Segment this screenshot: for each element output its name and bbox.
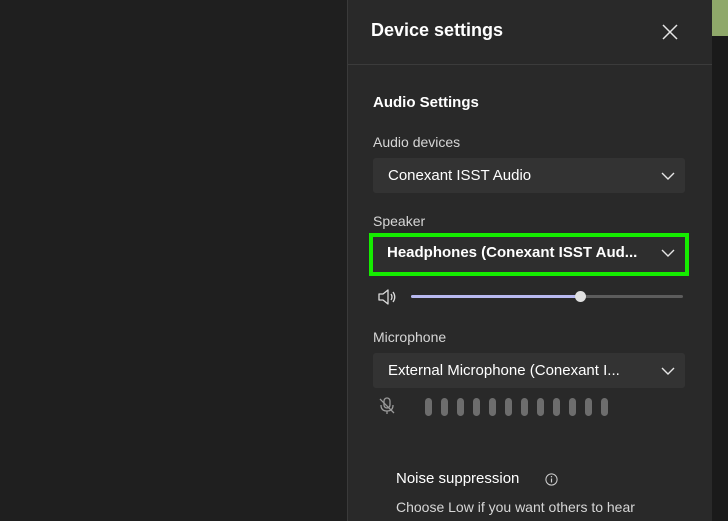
mic-level-bar xyxy=(569,398,576,416)
mic-level-bar xyxy=(553,398,560,416)
speaker-value: Headphones (Conexant ISST Aud... xyxy=(387,244,638,261)
panel-title: Device settings xyxy=(371,20,504,40)
mic-level-bar xyxy=(425,398,432,416)
mic-level-bar xyxy=(489,398,496,416)
device-settings-panel: Device settings Audio Settings Audio dev… xyxy=(348,0,712,521)
chevron-down-icon xyxy=(661,249,675,257)
speaker-label: Speaker xyxy=(373,213,426,229)
audio-settings-heading: Audio Settings xyxy=(373,94,479,111)
mic-level-bar xyxy=(441,398,448,416)
speaker-dropdown[interactable]: Headphones (Conexant ISST Aud... xyxy=(369,233,689,276)
mic-muted-icon xyxy=(379,397,395,414)
audio-devices-label: Audio devices xyxy=(373,134,461,150)
audio-devices-value: Conexant ISST Audio xyxy=(388,167,532,184)
close-button[interactable] xyxy=(658,20,682,44)
audio-devices-dropdown[interactable]: Conexant ISST Audio xyxy=(373,158,685,193)
panel-header: Device settings xyxy=(348,0,712,65)
mic-level-bar xyxy=(537,398,544,416)
chevron-down-icon xyxy=(661,367,675,375)
noise-suppression-description: Choose Low if you want others to hear xyxy=(396,499,635,515)
speaker-volume-fill xyxy=(411,295,580,298)
mic-level-bar xyxy=(473,398,480,416)
microphone-label: Microphone xyxy=(373,329,447,345)
right-edge-strip xyxy=(712,0,728,521)
mic-level-bar xyxy=(601,398,608,416)
mic-level-bar xyxy=(505,398,512,416)
chevron-down-icon xyxy=(661,172,675,180)
speaker-icon xyxy=(378,289,396,305)
noise-suppression-heading: Noise suppression xyxy=(396,470,520,487)
speaker-volume-slider[interactable] xyxy=(411,291,683,302)
meeting-stage xyxy=(0,0,347,521)
close-icon xyxy=(662,24,678,40)
mic-level-bar xyxy=(521,398,528,416)
speaker-volume-thumb[interactable] xyxy=(575,291,586,302)
info-icon[interactable] xyxy=(545,473,558,486)
mic-level-bar xyxy=(585,398,592,416)
mic-level-bar xyxy=(457,398,464,416)
right-edge-accent xyxy=(712,0,728,36)
microphone-dropdown[interactable]: External Microphone (Conexant I... xyxy=(373,353,685,388)
microphone-value: External Microphone (Conexant I... xyxy=(388,362,620,379)
